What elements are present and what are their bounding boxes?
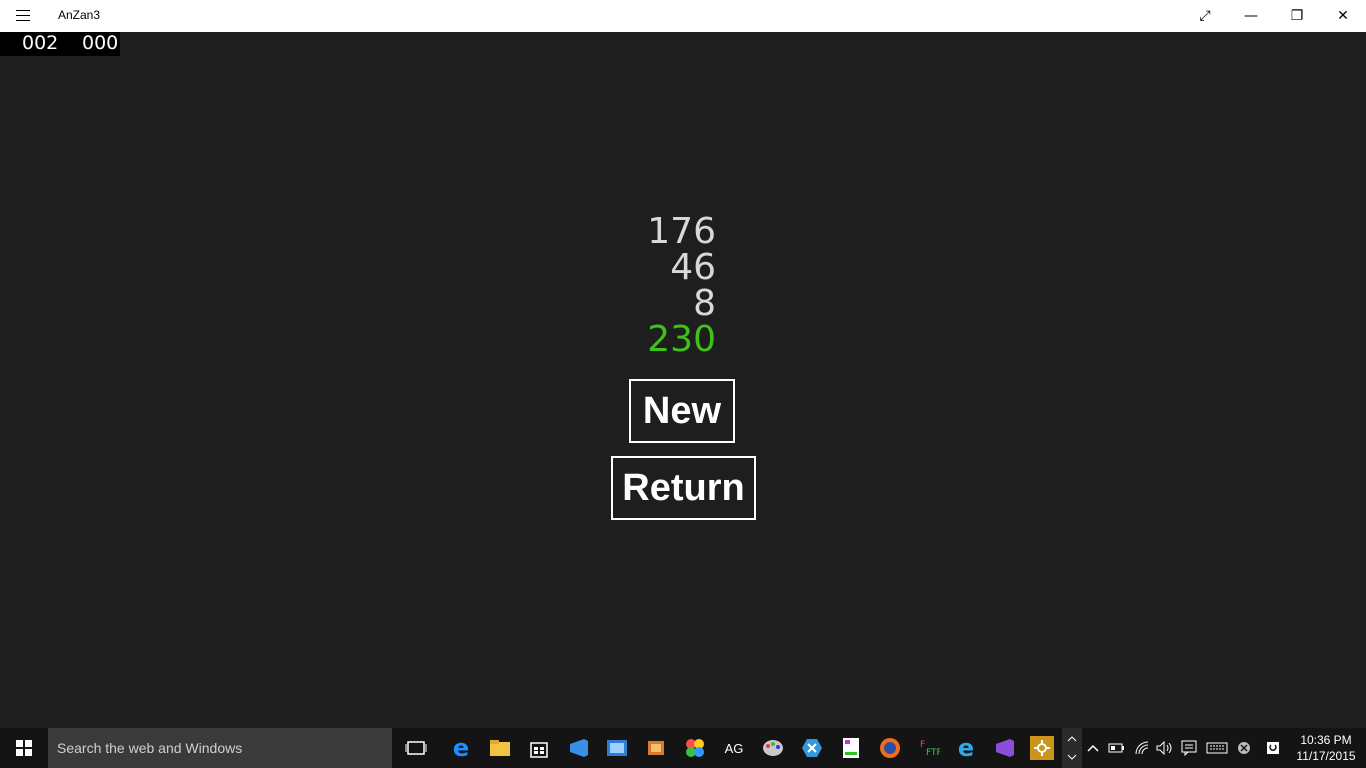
problem-numbers: 176 46 8 230	[600, 214, 716, 358]
clock[interactable]: 10:36 PM 11/17/2015	[1290, 732, 1362, 764]
wifi-icon[interactable]	[1132, 728, 1154, 768]
svg-text:FTP: FTP	[926, 748, 940, 758]
correct-counter: 002	[22, 32, 59, 54]
outlook-icon[interactable]	[605, 736, 629, 760]
svg-text:F: F	[920, 740, 925, 750]
visual-studio-purple-icon[interactable]	[992, 736, 1016, 760]
wrong-counter: 000	[82, 32, 119, 54]
clock-time: 10:36 PM	[1300, 733, 1352, 747]
app-title: AnZan3	[58, 8, 101, 22]
keyboard-icon[interactable]	[1204, 728, 1230, 768]
score-counter-bar: 002 000	[0, 32, 120, 56]
minimize-button[interactable]: —	[1228, 0, 1274, 32]
fullscreen-icon[interactable]: ⤢	[1182, 0, 1228, 32]
settings-icon[interactable]	[1030, 736, 1054, 760]
notepad-icon[interactable]	[839, 736, 863, 760]
problem-number: 8	[693, 283, 716, 324]
windows-logo-icon	[16, 740, 32, 756]
taskbar-scroll-arrows-icon[interactable]	[1062, 728, 1082, 768]
title-bar: AnZan3 ⤢ — ❐ ✕	[0, 0, 1366, 32]
app-tray-icon[interactable]	[1262, 728, 1284, 768]
ftp-icon[interactable]: F FTP	[917, 736, 941, 760]
return-button[interactable]: Return	[611, 456, 756, 520]
firefox-icon[interactable]	[878, 736, 902, 760]
file-explorer-icon[interactable]	[488, 736, 512, 760]
maximize-button[interactable]: ❐	[1274, 0, 1320, 32]
xamarin-icon[interactable]	[800, 736, 824, 760]
edge-icon[interactable]: e	[449, 734, 473, 762]
taskbar: Search the web and Windows e AG FFTP e	[0, 728, 1366, 768]
paint-icon[interactable]	[644, 736, 668, 760]
visual-studio-icon[interactable]	[566, 736, 590, 760]
internet-explorer-icon[interactable]: e	[954, 734, 978, 762]
ag-icon[interactable]: AG	[722, 736, 746, 760]
clock-date: 11/17/2015	[1296, 749, 1356, 763]
close-button[interactable]: ✕	[1320, 0, 1366, 32]
show-hidden-icons-icon[interactable]	[1084, 728, 1102, 768]
store-icon[interactable]	[527, 736, 551, 760]
answer-sum: 230	[647, 319, 716, 360]
paint-palette-icon[interactable]	[761, 736, 785, 760]
volume-icon[interactable]	[1154, 728, 1176, 768]
problem-number: 46	[670, 247, 716, 288]
close-circle-icon[interactable]	[1234, 728, 1254, 768]
photos-icon[interactable]	[683, 736, 707, 760]
search-box[interactable]: Search the web and Windows	[48, 728, 392, 768]
battery-icon[interactable]	[1106, 728, 1128, 768]
hamburger-menu-icon[interactable]	[16, 10, 30, 22]
start-button[interactable]	[0, 728, 48, 768]
problem-number: 176	[647, 211, 716, 252]
task-view-icon[interactable]	[404, 736, 428, 760]
notifications-icon[interactable]	[1178, 728, 1200, 768]
new-button[interactable]: New	[629, 379, 735, 443]
